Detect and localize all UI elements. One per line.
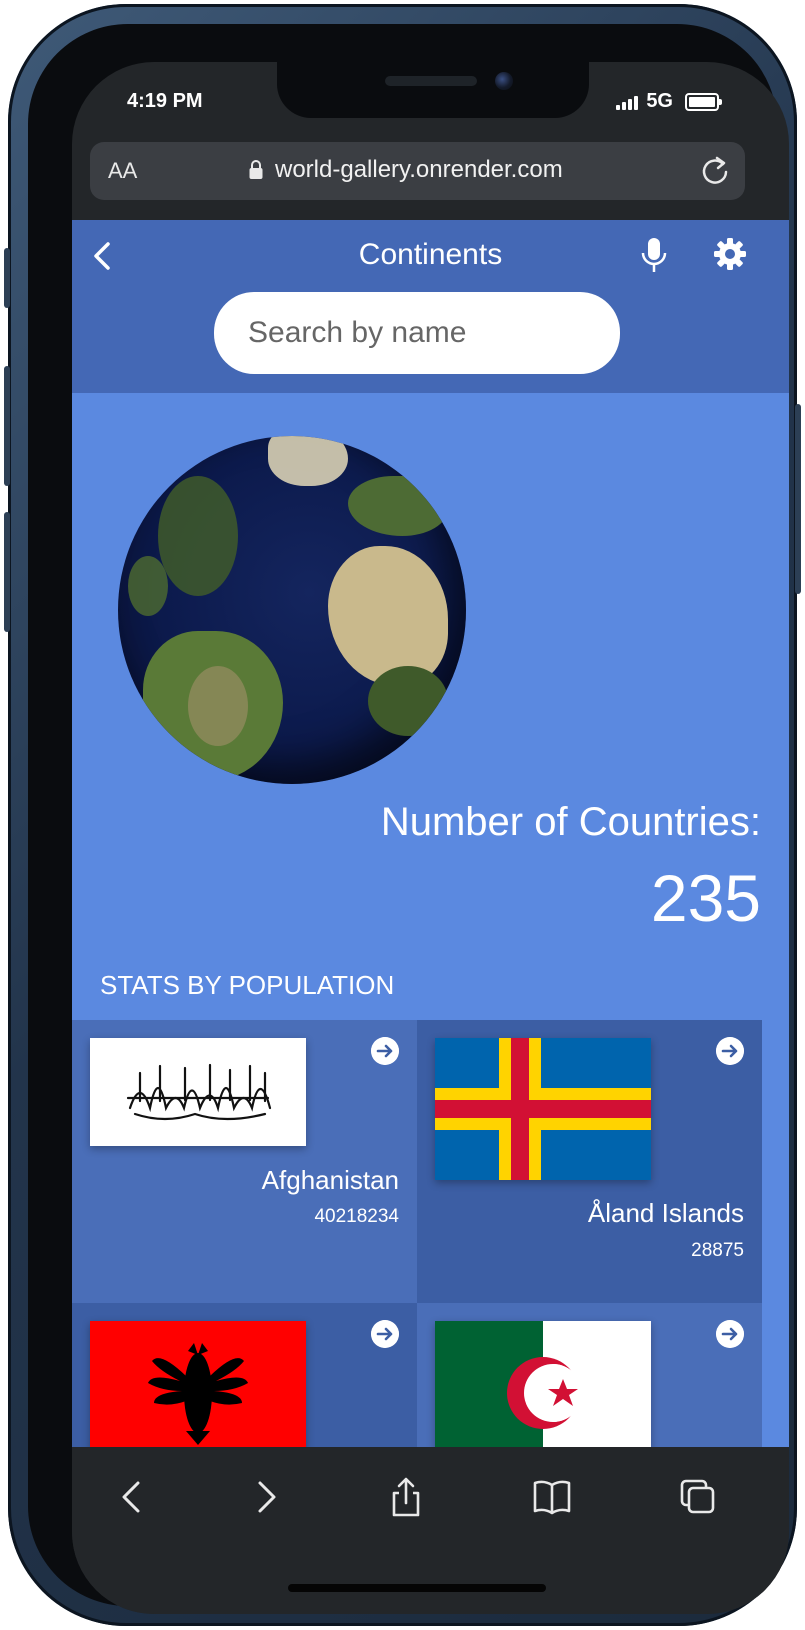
app-viewport: Continents Search by name Number of Coun… [72,220,789,1447]
nav-forward-icon[interactable] [246,1477,286,1517]
power-button [795,404,801,594]
signal-icon [616,94,639,110]
phone-frame: 4:19 PM 5G AA world-gallery.onrender.com [4,4,801,1626]
search-input[interactable] [214,292,620,374]
volume-up-button [4,366,10,486]
mute-switch [4,248,10,308]
address-bar[interactable]: AA world-gallery.onrender.com [90,142,745,200]
country-population: 40218234 [314,1206,399,1227]
flag-albania [90,1321,306,1447]
country-card-afghanistan[interactable]: Afghanistan 40218234 [72,1020,417,1303]
browser-toolbar [72,1447,789,1614]
url-text[interactable]: world-gallery.onrender.com [275,156,563,184]
speaker [385,76,477,86]
country-card-albania[interactable] [72,1303,417,1447]
status-time: 4:19 PM [127,90,203,112]
network-label: 5G [646,90,673,112]
reload-icon[interactable] [699,154,731,186]
country-name: Afghanistan [261,1165,399,1195]
share-icon[interactable] [386,1477,426,1517]
screen: 4:19 PM 5G AA world-gallery.onrender.com [72,62,789,1614]
flag-aland-islands [435,1038,651,1180]
status-indicators: 5G [616,90,722,113]
country-population: 28875 [691,1240,744,1261]
tabs-icon[interactable] [678,1477,718,1517]
section-title: STATS BY POPULATION [100,970,395,1000]
bookmarks-icon[interactable] [532,1477,572,1517]
arrow-right-icon[interactable] [716,1037,744,1065]
home-indicator[interactable] [288,1584,546,1592]
country-name: Åland Islands [587,1198,744,1228]
country-card-aland-islands[interactable]: Åland Islands 28875 [417,1020,762,1303]
countries-count-value: 235 [650,861,761,935]
globe-image [118,436,466,784]
country-card-algeria[interactable] [417,1303,762,1447]
bezel: 4:19 PM 5G AA world-gallery.onrender.com [28,24,789,1614]
camera [495,72,513,90]
notch [277,62,589,118]
reader-aa-button[interactable]: AA [108,158,137,184]
lock-icon [249,160,263,179]
volume-down-button [4,512,10,632]
flag-afghanistan [90,1038,306,1146]
flag-algeria [435,1321,651,1447]
arrow-right-icon[interactable] [371,1320,399,1348]
battery-icon [685,92,722,111]
nav-back-icon[interactable] [112,1477,152,1517]
app-header: Continents [72,220,789,393]
gear-icon[interactable] [712,236,748,272]
page-title: Continents [358,238,503,271]
mic-icon[interactable] [640,236,668,276]
arrow-right-icon[interactable] [371,1037,399,1065]
arrow-right-icon[interactable] [716,1320,744,1348]
countries-count-label: Number of Countries: [380,800,761,844]
